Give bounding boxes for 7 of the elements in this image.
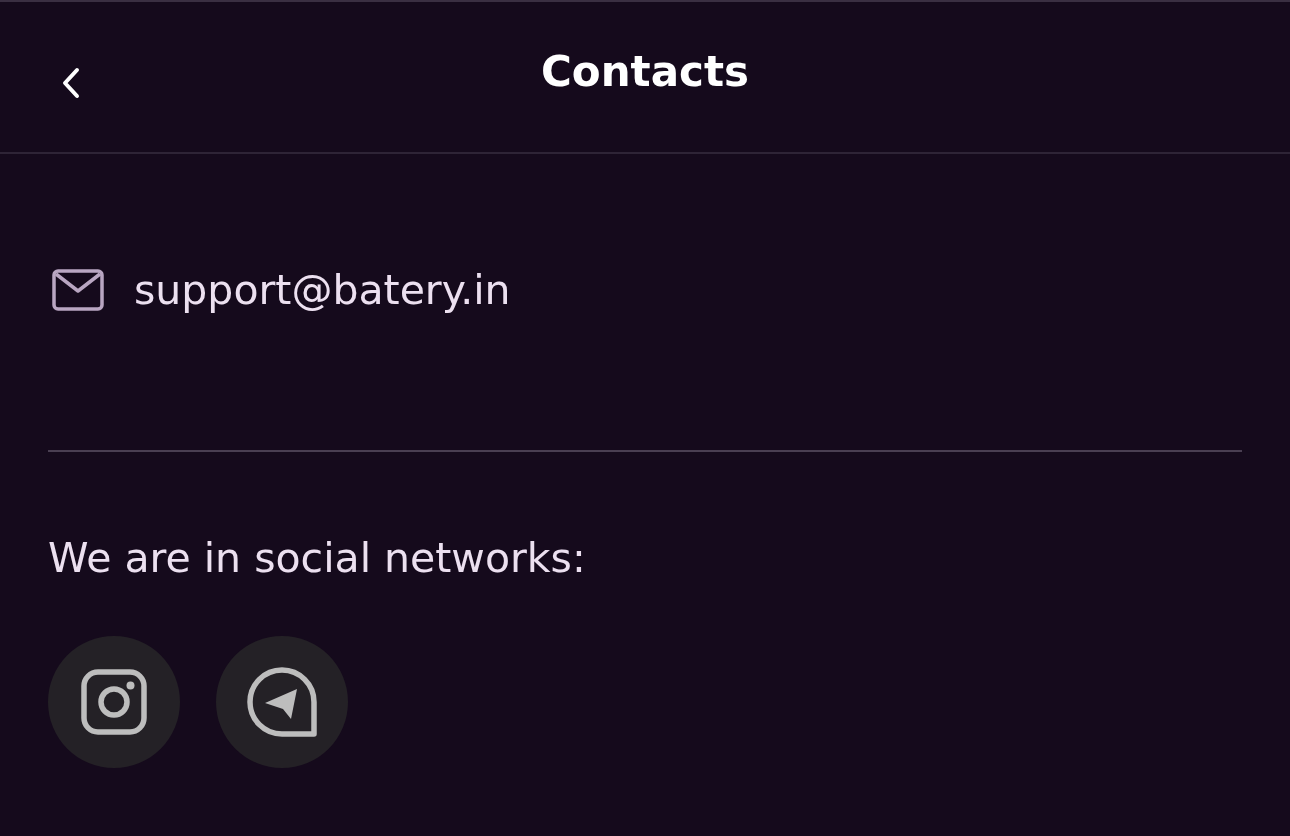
social-heading: We are in social networks: [48, 534, 587, 582]
chevron-left-icon [60, 66, 82, 100]
paper-plane-icon [247, 667, 317, 737]
camera-icon [81, 669, 147, 735]
envelope-icon [52, 269, 104, 311]
page-title: Contacts [541, 46, 749, 96]
email-link[interactable]: support@batery.in [134, 266, 511, 314]
